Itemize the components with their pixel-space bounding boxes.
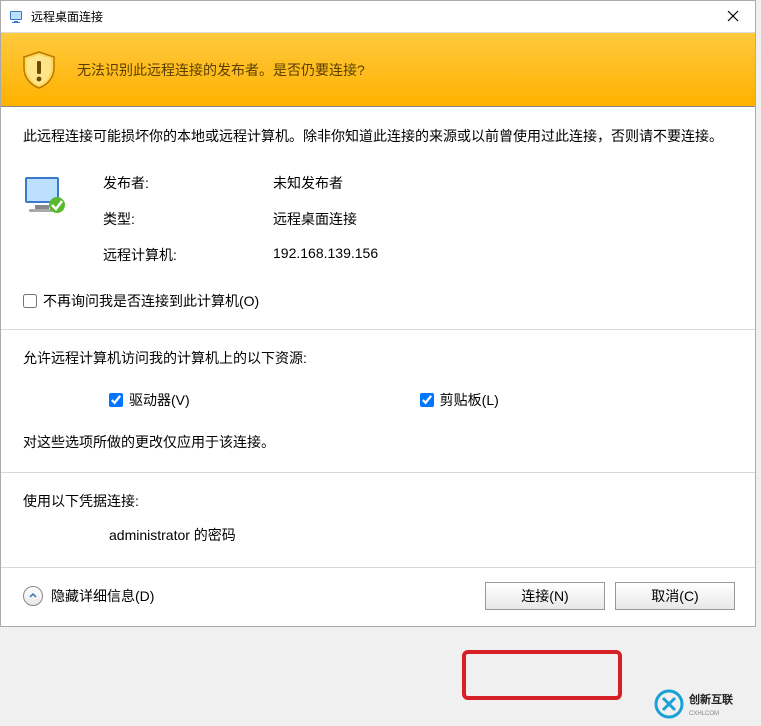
clipboard-checkbox-row[interactable]: 剪贴板(L) <box>420 390 499 410</box>
warning-banner: 无法识别此远程连接的发布者。是否仍要连接? <box>1 33 755 107</box>
titlebar: 远程桌面连接 <box>1 1 755 33</box>
credentials-heading: 使用以下凭据连接: <box>23 491 733 511</box>
close-button[interactable] <box>711 1 755 31</box>
svg-text:CXHLCOM: CXHLCOM <box>689 711 719 717</box>
svg-text:创新互联: 创新互联 <box>688 692 733 706</box>
hide-details-button[interactable]: 隐藏详细信息(D) <box>23 586 154 606</box>
publisher-label: 发布者: <box>103 173 273 193</box>
resources-section: 允许远程计算机访问我的计算机上的以下资源: 驱动器(V) 剪贴板(L) 对这些选… <box>1 330 755 473</box>
drives-checkbox-row[interactable]: 驱动器(V) <box>109 390 190 410</box>
connect-button[interactable]: 连接(N) <box>485 582 605 610</box>
details-row: 发布者: 未知发布者 类型: 远程桌面连接 远程计算机: 192.168.139… <box>23 173 733 265</box>
remote-computer-value: 192.168.139.156 <box>273 245 378 265</box>
dont-ask-label: 不再询问我是否连接到此计算机(O) <box>43 291 259 311</box>
credentials-section: 使用以下凭据连接: administrator 的密码 <box>1 473 755 568</box>
footer: 隐藏详细信息(D) 连接(N) 取消(C) <box>1 568 755 626</box>
details-table: 发布者: 未知发布者 类型: 远程桌面连接 远程计算机: 192.168.139… <box>103 173 378 265</box>
dialog-window: 远程桌面连接 无法识别此远程连接的发布者。是否仍要连接? 此远程连接可能损坏你的… <box>0 0 756 627</box>
resources-checks: 驱动器(V) 剪贴板(L) <box>109 390 733 410</box>
red-highlight-frame <box>462 650 622 700</box>
description-text: 此远程连接可能损坏你的本地或远程计算机。除非你知道此连接的来源或以前曾使用过此连… <box>23 125 733 147</box>
resources-heading: 允许远程计算机访问我的计算机上的以下资源: <box>23 348 733 368</box>
computer-icon <box>21 173 69 221</box>
dont-ask-checkbox-row[interactable]: 不再询问我是否连接到此计算机(O) <box>23 291 733 311</box>
shield-warning-icon <box>19 50 59 90</box>
main-section: 此远程连接可能损坏你的本地或远程计算机。除非你知道此连接的来源或以前曾使用过此连… <box>1 107 755 330</box>
publisher-value: 未知发布者 <box>273 173 378 193</box>
clipboard-label: 剪贴板(L) <box>440 390 499 410</box>
dont-ask-checkbox[interactable] <box>23 294 37 308</box>
type-label: 类型: <box>103 209 273 229</box>
window-title: 远程桌面连接 <box>31 8 103 25</box>
warning-message: 无法识别此远程连接的发布者。是否仍要连接? <box>77 60 365 80</box>
footer-buttons: 连接(N) 取消(C) <box>485 582 735 610</box>
drives-checkbox[interactable] <box>109 393 123 407</box>
clipboard-checkbox[interactable] <box>420 393 434 407</box>
hide-details-label: 隐藏详细信息(D) <box>51 586 154 606</box>
credentials-value: administrator 的密码 <box>109 525 733 545</box>
chevron-up-icon <box>23 586 43 606</box>
cancel-button[interactable]: 取消(C) <box>615 582 735 610</box>
resources-note: 对这些选项所做的更改仅应用于该连接。 <box>23 432 733 452</box>
drives-label: 驱动器(V) <box>129 390 190 410</box>
remote-computer-label: 远程计算机: <box>103 245 273 265</box>
close-icon <box>727 10 739 22</box>
rdc-icon <box>9 9 25 25</box>
watermark-logo: 创新互联 CXHLCOM <box>653 688 753 720</box>
type-value: 远程桌面连接 <box>273 209 378 229</box>
